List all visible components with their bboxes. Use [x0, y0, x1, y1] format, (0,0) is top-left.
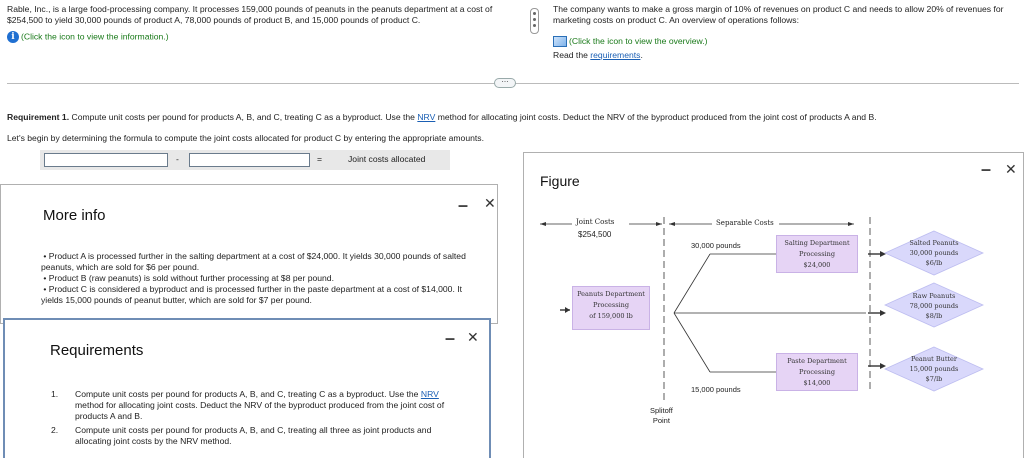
- amount-input-1[interactable]: [44, 153, 168, 167]
- more-info-item: • Product C is considered a byproduct an…: [41, 284, 463, 305]
- salted-peanuts-label: Salted Peanuts 30,000 pounds $6/lb: [909, 239, 959, 267]
- arrowhead: [656, 222, 662, 226]
- arrowhead: [540, 222, 546, 226]
- more-info-item: • Product A is processed further in the …: [41, 251, 466, 272]
- minus-operator: -: [176, 154, 179, 164]
- req1-text-b: method for allocating joint costs. Deduc…: [435, 112, 877, 122]
- requirement-1-text: Requirement 1. Compute unit costs per po…: [7, 112, 1019, 123]
- req-item-number: 2.: [51, 425, 59, 435]
- paste-department-box: Paste Department Processing $14,000: [776, 353, 858, 391]
- intro-text: Rable, Inc., is a large food-processing …: [7, 4, 493, 25]
- arrowhead: [880, 363, 886, 369]
- more-info-item: • Product B (raw peanuts) is sold withou…: [41, 273, 334, 283]
- close-icon[interactable]: ✕: [467, 329, 479, 346]
- joint-costs-value: $254,500: [578, 230, 612, 239]
- salted-pounds-label: 30,000 pounds: [691, 241, 741, 250]
- arrowhead: [880, 251, 886, 257]
- more-info-panel: More info – ✕ • Product A is processed f…: [0, 184, 498, 324]
- req1-label: Requirement 1.: [7, 112, 70, 122]
- req1-text-a: Compute unit costs per pound for product…: [69, 112, 418, 122]
- info-link-row[interactable]: i (Click the icon to view the information…: [7, 31, 169, 43]
- branch-to-paste: [673, 312, 711, 373]
- branch-to-salting: [673, 253, 711, 314]
- operations-text: The company wants to make a gross margin…: [553, 4, 1004, 25]
- requirements-link[interactable]: requirements: [590, 50, 640, 60]
- overview-link[interactable]: (Click the icon to view the overview.): [569, 36, 708, 46]
- salting-department-box: Salting Department Processing $24,000: [776, 235, 858, 273]
- req-item-number: 1.: [51, 389, 59, 399]
- more-info-list: • Product A is processed further in the …: [41, 251, 466, 306]
- amount-input-2[interactable]: [189, 153, 310, 167]
- arrowhead: [880, 310, 886, 316]
- splitoff-point-label: Splitoff Point: [650, 406, 673, 425]
- arrowhead: [848, 222, 854, 226]
- read-prefix: Read the: [553, 50, 591, 60]
- info-icon[interactable]: i: [7, 31, 19, 43]
- more-info-title: More info: [43, 207, 106, 224]
- arrowhead: [565, 307, 570, 313]
- peanut-butter-label: Peanut Butter 15,000 pounds $7/lb: [909, 355, 959, 383]
- pane-resize-handle[interactable]: [530, 8, 539, 34]
- requirements-title: Requirements: [50, 342, 144, 359]
- result-label: Joint costs allocated: [348, 154, 426, 164]
- expand-button[interactable]: ⋯: [494, 78, 516, 88]
- raw-peanuts-label: Raw Peanuts 78,000 pounds $8/lb: [909, 292, 959, 320]
- image-icon[interactable]: [553, 36, 567, 48]
- minimize-icon[interactable]: –: [445, 328, 455, 349]
- equals-operator: =: [317, 154, 323, 164]
- butter-pounds-label: 15,000 pounds: [691, 385, 741, 394]
- req-item-1: Compute unit costs per pound for product…: [75, 389, 445, 421]
- figure-panel: Figure – ✕ Joint Costs $254,500 Separabl…: [523, 152, 1024, 458]
- req-item-2: Compute unit costs per pound for product…: [75, 425, 432, 446]
- info-link[interactable]: (Click the icon to view the information.…: [21, 31, 169, 41]
- overview-link-row[interactable]: (Click the icon to view the overview.): [553, 36, 708, 48]
- arrowhead: [669, 222, 675, 226]
- nrv-link[interactable]: NRV: [421, 389, 439, 399]
- requirements-panel: Requirements – ✕ 1. Compute unit costs p…: [3, 318, 491, 458]
- nrv-link[interactable]: NRV: [417, 112, 435, 122]
- separable-costs-label: Separable Costs: [716, 219, 774, 227]
- read-suffix: .: [640, 50, 643, 60]
- read-requirements-row: Read the requirements.: [553, 50, 643, 61]
- instruction-text: Let's begin by determining the formula t…: [7, 133, 484, 143]
- minimize-icon[interactable]: –: [458, 195, 468, 216]
- close-icon[interactable]: ✕: [484, 195, 496, 212]
- joint-costs-label: Joint Costs: [576, 218, 615, 226]
- peanuts-department-box: Peanuts Department Processing of 159,000…: [572, 286, 650, 330]
